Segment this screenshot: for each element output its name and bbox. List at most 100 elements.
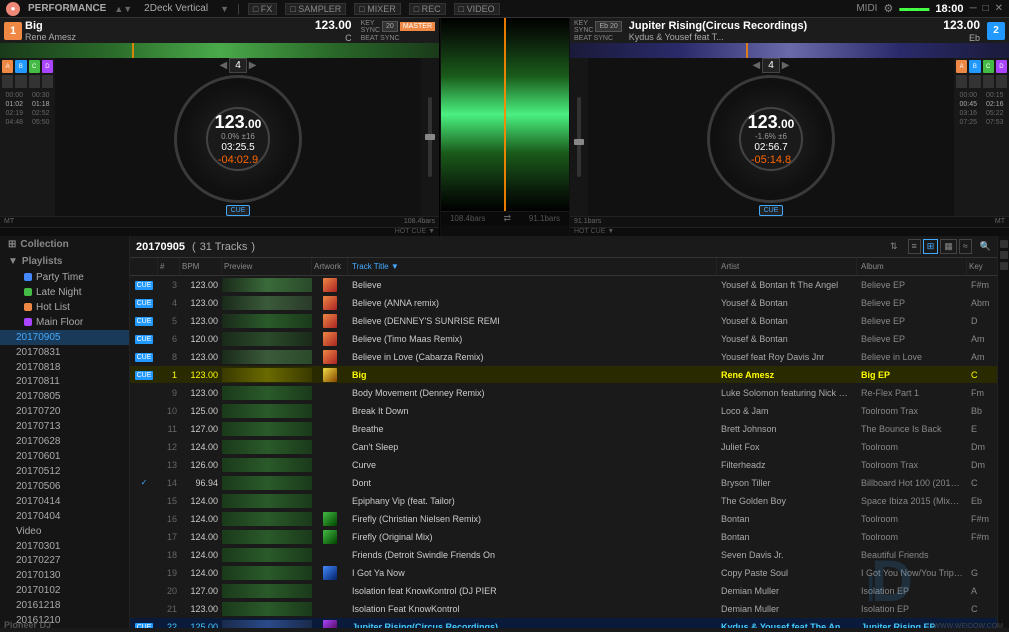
track-row[interactable]: 19 124.00 I Got Ya Now Copy Paste Soul I… (130, 564, 997, 582)
platter-left[interactable]: 123.00 0.0% ±16 03:25.5 -04:02.9 (174, 75, 302, 203)
col-header-title[interactable]: Track Title ▼ (348, 258, 717, 275)
sidebar-item-20170301[interactable]: 20170301 (0, 539, 129, 554)
hotcue-B-right[interactable]: B (969, 60, 980, 73)
rec-btn[interactable]: □ REC (409, 3, 446, 15)
fx-btn[interactable]: □ FX (248, 3, 277, 15)
track-row-playing[interactable]: CUE 1 123.00 Big Rene Amesz Big EP C (130, 366, 997, 384)
layout-selector[interactable]: 2Deck Vertical (140, 3, 212, 14)
view-mode-details[interactable]: ⊞ (923, 239, 939, 254)
sidebar-item-20170713[interactable]: 20170713 (0, 419, 129, 434)
hotcue-C-left[interactable]: C (29, 60, 40, 73)
track-row[interactable]: 15 124.00 Epiphany Vip (feat. Tailor) Th… (130, 492, 997, 510)
track-row[interactable]: CUE 6 120.00 Believe (Timo Maas Remix) Y… (130, 330, 997, 348)
col-header-artist[interactable]: Artist (717, 258, 857, 275)
sidebar-item-20170818[interactable]: 20170818 (0, 360, 129, 375)
sidebar-item-20170227[interactable]: 20170227 (0, 554, 129, 569)
center-swap-icon[interactable]: ⇄ (503, 213, 511, 224)
minimize-btn[interactable]: ─ (969, 3, 976, 14)
beat-prev-right[interactable]: ◀ (753, 60, 761, 71)
beat-next-right[interactable]: ▶ (782, 60, 790, 71)
hotcue-E-right[interactable] (956, 75, 967, 88)
hotcue-A-left[interactable]: A (2, 60, 13, 73)
hotcue-H-left[interactable] (42, 75, 53, 88)
sidebar-item-20170414[interactable]: 20170414 (0, 494, 129, 509)
maximize-btn[interactable]: □ (983, 3, 989, 14)
view-mode-art[interactable]: ▦ (940, 239, 957, 254)
track-row[interactable]: CUE 5 123.00 Believe (DENNEY'S SUNRISE R… (130, 312, 997, 330)
pitch-slider-right[interactable] (570, 58, 588, 216)
pitch-thumb-right[interactable] (574, 139, 584, 145)
view-mode-list[interactable]: ≡ (908, 239, 921, 254)
hotcue-E-left[interactable] (2, 75, 13, 88)
settings-icon[interactable]: ⚙ (883, 2, 893, 15)
hotcue-B-left[interactable]: B (15, 60, 26, 73)
pitch-slider-left[interactable] (421, 58, 439, 216)
track-row[interactable]: 20 127.00 Isolation feat KnowKontrol (DJ… (130, 582, 997, 600)
mixer-btn[interactable]: □ MIXER (354, 3, 400, 15)
track-row[interactable]: CUE 4 123.00 Believe (ANNA remix) Yousef… (130, 294, 997, 312)
sidebar-item-20170720[interactable]: 20170720 (0, 404, 129, 419)
sidebar-item-20170506[interactable]: 20170506 (0, 479, 129, 494)
hotcue-F-right[interactable] (969, 75, 980, 88)
cue-btn-right[interactable]: CUE (759, 205, 784, 216)
track-album: Toolroom Trax (857, 460, 967, 470)
beat-prev-left[interactable]: ◀ (220, 60, 228, 71)
search-icon[interactable]: 🔍 (980, 241, 991, 252)
sidebar-item-main-floor[interactable]: Main Floor (0, 315, 129, 330)
close-btn[interactable]: ✕ (995, 3, 1003, 14)
beat-next-left[interactable]: ▶ (249, 60, 257, 71)
track-row[interactable]: CUE 3 123.00 Believe Yousef & Bontan ft … (130, 276, 997, 294)
pitch-thumb-left[interactable] (425, 134, 435, 140)
sort-icon[interactable]: ⇅ (890, 241, 898, 252)
sidebar-item-20170831[interactable]: 20170831 (0, 345, 129, 360)
track-row-highlighted[interactable]: CUE 22 125.00 Jupiter Rising(Circus Reco… (130, 618, 997, 628)
platter-right[interactable]: 123.00 -1.6% ±6 02:56.7 -05:14.8 (707, 75, 835, 203)
beat-sync-btn-left[interactable]: 20 (382, 21, 398, 32)
sidebar-item-20161218[interactable]: 20161218 (0, 598, 129, 613)
sidebar-item-20170404[interactable]: 20170404 (0, 509, 129, 524)
track-row[interactable]: ✓ 14 96.94 Dont Bryson Tiller Billboard … (130, 474, 997, 492)
sidebar-item-late-night[interactable]: Late Night (0, 285, 129, 300)
track-row[interactable]: 12 124.00 Can't Sleep Juliet Fox Toolroo… (130, 438, 997, 456)
sidebar-playlists-header[interactable]: ▼ Playlists (0, 253, 129, 270)
hotcue-C-right[interactable]: C (983, 60, 994, 73)
sidebar-item-20170905[interactable]: 20170905 (0, 330, 129, 345)
sidebar-item-party-time[interactable]: Party Time (0, 270, 129, 285)
col-header-bpm[interactable]: BPM (180, 258, 222, 275)
sidebar-item-20170512[interactable]: 20170512 (0, 464, 129, 479)
sidebar-item-20170102[interactable]: 20170102 (0, 583, 129, 598)
track-row[interactable]: 17 124.00 Firefly (Original Mix) Bontan … (130, 528, 997, 546)
track-row[interactable]: 10 125.00 Break It Down Loco & Jam Toolr… (130, 402, 997, 420)
hotcue-D-right[interactable]: D (996, 60, 1007, 73)
video-btn[interactable]: □ VIDEO (454, 3, 500, 15)
sidebar-item-20170628[interactable]: 20170628 (0, 434, 129, 449)
track-row[interactable]: 13 126.00 Curve Filterheadz Toolroom Tra… (130, 456, 997, 474)
hotcue-G-right[interactable] (983, 75, 994, 88)
hotcue-F-left[interactable] (15, 75, 26, 88)
track-row[interactable]: 18 124.00 Friends (Detroit Swindle Frien… (130, 546, 997, 564)
track-row[interactable]: 9 123.00 Body Movement (Denney Remix) Lu… (130, 384, 997, 402)
sidebar-item-20170601[interactable]: 20170601 (0, 449, 129, 464)
right-edge-btn1[interactable] (1000, 240, 1008, 248)
right-edge-btn3[interactable] (1000, 262, 1008, 270)
col-header-album[interactable]: Album (857, 258, 967, 275)
hotcue-H-right[interactable] (996, 75, 1007, 88)
sidebar-item-video[interactable]: Video (0, 524, 129, 539)
sidebar-item-hot-list[interactable]: Hot List (0, 300, 129, 315)
track-row[interactable]: 21 123.00 Isolation Feat KnowKontrol Dem… (130, 600, 997, 618)
cue-btn-left[interactable]: CUE (226, 205, 251, 216)
hotcue-A-right[interactable]: A (956, 60, 967, 73)
sidebar-item-20170811[interactable]: 20170811 (0, 374, 129, 389)
view-mode-wave[interactable]: ≈ (959, 239, 972, 254)
sampler-btn[interactable]: □ SAMPLER (285, 3, 346, 15)
sidebar-item-20170805[interactable]: 20170805 (0, 389, 129, 404)
hotcue-D-left[interactable]: D (42, 60, 53, 73)
track-row[interactable]: CUE 8 123.00 Believe in Love (Cabarza Re… (130, 348, 997, 366)
right-edge-btn2[interactable] (1000, 251, 1008, 259)
hotcue-G-left[interactable] (29, 75, 40, 88)
track-row[interactable]: 11 127.00 Breathe Brett Johnson The Boun… (130, 420, 997, 438)
track-row[interactable]: 16 124.00 Firefly (Christian Nielsen Rem… (130, 510, 997, 528)
sidebar-collection-header[interactable]: ⊞ Collection (0, 236, 129, 253)
beat-sync-btn-right[interactable]: Eb 20 (595, 21, 621, 32)
sidebar-item-20170130[interactable]: 20170130 (0, 568, 129, 583)
